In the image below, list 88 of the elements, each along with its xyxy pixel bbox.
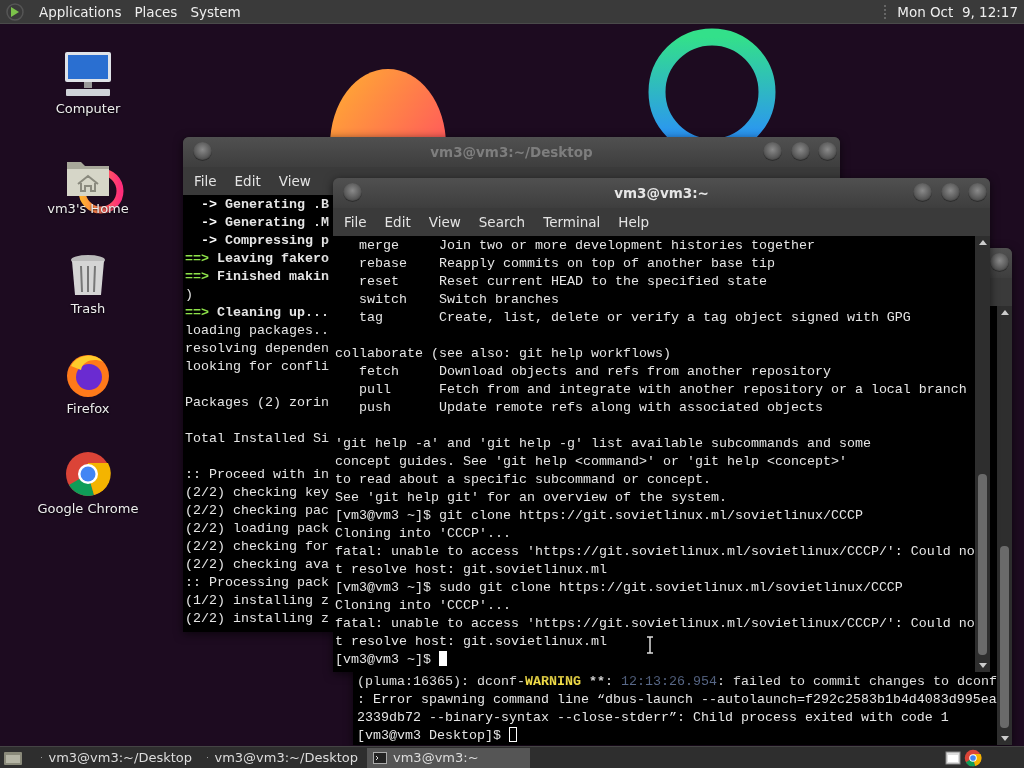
- window-icon[interactable]: [945, 749, 961, 766]
- menu-item[interactable]: File: [335, 212, 376, 232]
- terminal-line: See 'git help git' for an overview of the system.: [335, 489, 727, 507]
- menu-item[interactable]: File: [185, 171, 226, 191]
- terminal-line: 2339db72 --binary-syntax --close-stderr”: Child process exited with code 1: [357, 709, 949, 727]
- terminal-line: switch Switch branches: [358, 291, 559, 309]
- terminal-line: looking for confli: [185, 358, 329, 376]
- terminal-line: resolving dependen: [185, 340, 329, 358]
- terminal-line: -> Compressing p: [200, 232, 329, 250]
- taskbar-button[interactable]: vm3@vm3:~/Desktop: [201, 747, 364, 768]
- desktop-icon-label[interactable]: Trash: [70, 301, 106, 316]
- menu-item[interactable]: Help: [609, 212, 659, 232]
- terminal-line: fatal: unable to access 'https://git.sovietlinux.ml/sovietlinux/CCCP/': Could no: [335, 615, 975, 633]
- window-menu-button[interactable]: [343, 183, 362, 202]
- terminal-line: [vm3@vm3 ~]$ sudo git clone https://git.sovietlinux.ml/sovietlinux/CCCP: [335, 579, 903, 597]
- terminal-line: t resolve host: git.sovietlinux.ml: [335, 561, 607, 579]
- chrome-icon: [64, 450, 112, 498]
- play-logo-icon[interactable]: [6, 2, 24, 21]
- terminal-line: -> Generating .M: [200, 214, 329, 232]
- minimize-button[interactable]: [763, 142, 782, 161]
- terminal-prompt: [vm3@vm3 ~]$: [335, 652, 432, 667]
- trash-icon: [69, 254, 107, 298]
- terminal-line: (2/2) installing z: [185, 610, 329, 628]
- terminal-line: [vm3@vm3 ~]$ git clone https://git.sovietlinux.ml/sovietlinux/CCCP: [335, 507, 863, 525]
- panel-menu[interactable]: Places: [128, 1, 184, 22]
- menu-item[interactable]: View: [269, 171, 320, 191]
- menu-item[interactable]: Search: [469, 212, 535, 232]
- computer-icon: [63, 50, 113, 98]
- terminal-line: (1/2) installing z: [185, 592, 329, 610]
- terminal-line: push Update remote refs along with associated objects: [358, 399, 823, 417]
- close-button[interactable]: [968, 183, 987, 202]
- terminal-line: ==> Leaving fakero: [185, 250, 329, 268]
- window-menu-button[interactable]: [193, 142, 212, 161]
- terminal-line: concept guides. See 'git help <command>' or 'git help <concept>': [335, 453, 847, 471]
- terminal-line: :: Proceed with in: [185, 466, 329, 484]
- terminal-line: (2/2) checking pac: [185, 502, 329, 520]
- window-title: vm3@vm3:~: [614, 185, 709, 201]
- terminal-line: ): [185, 286, 193, 304]
- minimize-button[interactable]: [913, 183, 932, 202]
- terminal-line: reset Reset current HEAD to the specified state: [358, 273, 767, 291]
- desktop-icon-label[interactable]: Google Chrome: [37, 501, 139, 516]
- taskbar-button[interactable]: vm3@vm3:~: [367, 747, 530, 768]
- terminal-line: -> Generating .B: [200, 196, 329, 214]
- terminal-line: (2/2) checking key: [185, 484, 329, 502]
- close-button[interactable]: [818, 142, 837, 161]
- terminal-line: (2/2) checking ava: [185, 556, 329, 574]
- terminal-line: (2/2) checking for: [185, 538, 329, 556]
- terminal-line: ==> Finished makin: [185, 268, 329, 286]
- terminal-line: Cloning into 'CCCP'...: [335, 525, 511, 543]
- desktop-icon-label[interactable]: Firefox: [66, 401, 110, 416]
- terminal-line: t resolve host: git.sovietlinux.ml: [335, 633, 607, 651]
- desktop-icon-label[interactable]: Computer: [55, 101, 121, 116]
- taskbar-button[interactable]: vm3@vm3:~/Desktop: [35, 747, 198, 768]
- firefox-icon: [65, 352, 111, 398]
- menu-item[interactable]: Edit: [225, 171, 270, 191]
- chrome-icon[interactable]: [964, 748, 982, 767]
- terminal-line: rebase Reapply commits on top of another base tip: [358, 255, 775, 273]
- terminal-line: 'git help -a' and 'git help -g' list available subcommands and some: [335, 435, 871, 453]
- terminal-line: tag Create, list, delete or verify a tag object signed with GPG: [358, 309, 911, 327]
- terminal-line: loading packages..: [185, 322, 329, 340]
- terminal-line: Packages (2) zorin: [185, 394, 329, 412]
- scrollbar[interactable]: [997, 306, 1012, 745]
- terminal-line: merge Join two or more development histories together: [358, 237, 815, 255]
- terminal-line: collaborate (see also: git help workflows): [335, 345, 671, 363]
- scrollbar[interactable]: [975, 236, 990, 672]
- terminal-line: (2/2) loading pack: [185, 520, 329, 538]
- maximize-button[interactable]: [941, 183, 960, 202]
- panel-menu[interactable]: Applications: [33, 1, 128, 22]
- terminal-line: :: Processing pack: [185, 574, 329, 592]
- clock[interactable]: Mon Oct 9, 12:17: [897, 3, 1018, 20]
- i-beam-cursor-icon: [646, 636, 654, 654]
- terminal-line: fetch Download objects and refs from another repository: [358, 363, 831, 381]
- terminal-line: : Error spawning command line “dbus-launch --autolaunch=f292c2583b1b4d4083d995ea: [357, 691, 997, 709]
- menu-item[interactable]: View: [419, 212, 470, 232]
- terminal-line: to read about a specific subcommand or concept.: [335, 471, 711, 489]
- terminal-line: Cloning into 'CCCP'...: [335, 597, 511, 615]
- terminal-line: (pluma:16365): dconf-WARNING **: 12:13:26.954: failed to commit changes to dconf: [357, 673, 997, 691]
- menu-item[interactable]: Terminal: [534, 212, 610, 232]
- close-button[interactable]: [990, 253, 1009, 272]
- window-title: vm3@vm3:~/Desktop: [430, 144, 593, 160]
- terminal-line: ==> Cleaning up...: [185, 304, 329, 322]
- terminal-line: pull Fetch from and integrate with another repository or a local branch: [358, 381, 967, 399]
- terminal-line: Total Installed Si: [185, 430, 329, 448]
- terminal-prompt: [vm3@vm3 Desktop]$: [357, 728, 502, 743]
- menu-item[interactable]: Edit: [375, 212, 420, 232]
- maximize-button[interactable]: [791, 142, 810, 161]
- terminal-line: fatal: unable to access 'https://git.sovietlinux.ml/sovietlinux/CCCP/': Could no: [335, 543, 975, 561]
- panel-menu[interactable]: System: [184, 1, 247, 22]
